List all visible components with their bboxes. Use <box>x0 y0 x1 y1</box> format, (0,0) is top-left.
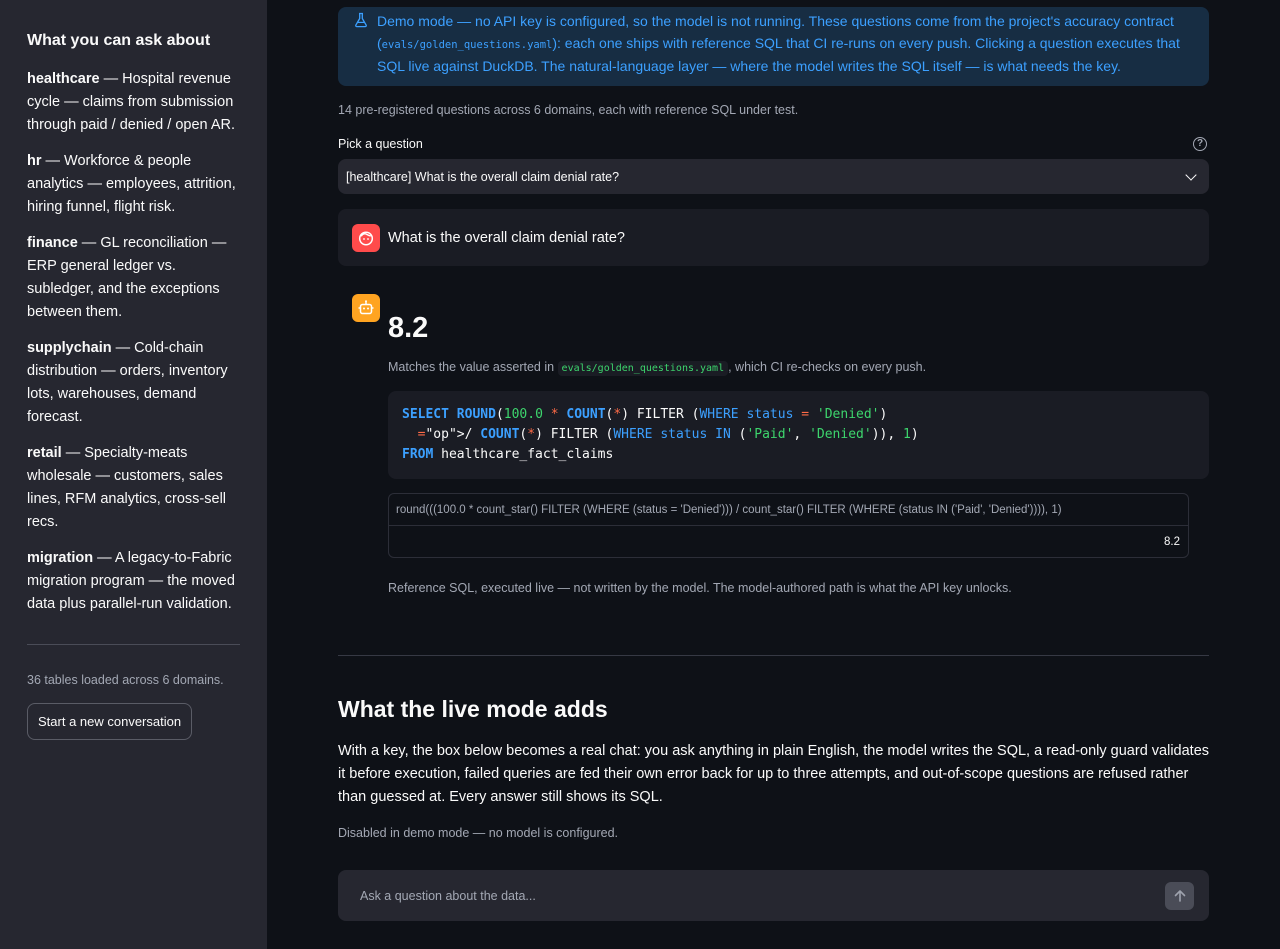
user-avatar-icon <box>352 223 380 252</box>
chat-input-bar <box>338 870 1209 921</box>
section-divider <box>338 655 1209 656</box>
domain-item-finance: finance — GL reconciliation — ERP genera… <box>27 232 240 324</box>
robot-avatar-icon <box>352 294 380 322</box>
banner-code: evals/golden_questions.yaml <box>381 38 553 51</box>
match-caption: Matches the value asserted in evals/gold… <box>388 360 1209 376</box>
disabled-caption: Disabled in demo mode — no model is conf… <box>338 826 619 840</box>
sidebar-heading: What you can ask about <box>27 32 211 49</box>
answer-value: 8.2 <box>388 312 429 344</box>
domain-item-migration: migration — A legacy-to-Fabric migration… <box>27 547 240 616</box>
domain-name: hr <box>27 153 42 169</box>
result-table-header: round(((100.0 * count_star() FILTER (WHE… <box>389 494 1188 526</box>
sql-line-1: SELECT ROUND(100.0 * COUNT(*) FILTER (WH… <box>402 407 888 422</box>
domain-name: supplychain <box>27 340 112 356</box>
sidebar: What you can ask about healthcare — Hosp… <box>0 0 267 949</box>
sql-code-block: SELECT ROUND(100.0 * COUNT(*) FILTER (WH… <box>388 391 1209 479</box>
demo-mode-banner: Demo mode — no API key is configured, so… <box>338 7 1209 86</box>
user-message: What is the overall claim denial rate? <box>338 209 1209 266</box>
flask-icon <box>355 12 367 28</box>
picker-label: Pick a question <box>338 137 423 151</box>
domain-item-retail: retail — Specialty-meats wholesale — cus… <box>27 442 240 534</box>
new-conversation-button[interactable]: Start a new conversation <box>27 703 193 740</box>
sidebar-divider <box>27 644 240 645</box>
match-prefix: Matches the value asserted in <box>388 360 558 374</box>
question-select[interactable]: [healthcare] What is the overall claim d… <box>338 159 1209 194</box>
tables-loaded-caption: 36 tables loaded across 6 domains. <box>27 673 224 687</box>
arrow-up-icon <box>1174 889 1185 902</box>
chevron-down-icon <box>1185 168 1197 181</box>
user-message-text: What is the overall claim denial rate? <box>388 229 625 246</box>
sql-line-3: FROM healthcare_fact_claims <box>402 447 614 462</box>
assistant-message: 8.2 Matches the value asserted in evals/… <box>338 294 1209 595</box>
domain-item-healthcare: healthcare — Hospital revenue cycle — cl… <box>27 68 240 137</box>
domain-item-hr: hr — Workforce & people analytics — empl… <box>27 150 240 219</box>
domain-desc: — Workforce & people analytics — employe… <box>27 153 236 215</box>
live-mode-heading: What the live mode adds <box>338 696 608 722</box>
main-content: Demo mode — no API key is configured, so… <box>338 0 1209 921</box>
question-select-value: [healthcare] What is the overall claim d… <box>346 169 620 184</box>
chat-input[interactable] <box>360 888 1060 903</box>
match-code: evals/golden_questions.yaml <box>557 361 729 376</box>
domain-item-supplychain: supplychain — Cold-chain distribution — … <box>27 337 240 429</box>
help-icon[interactable]: ? <box>1193 137 1207 151</box>
domain-name: migration <box>27 550 94 566</box>
sql-line-2: ="op">/ COUNT(*) FILTER (WHERE status IN… <box>417 427 919 442</box>
reference-caption: Reference SQL, executed live — not writt… <box>388 581 1012 595</box>
domain-name: finance <box>27 235 78 251</box>
domain-name: healthcare <box>27 71 100 87</box>
result-table-cell: 8.2 <box>1164 535 1180 548</box>
domain-name: retail <box>27 445 62 461</box>
result-table: round(((100.0 * count_star() FILTER (WHE… <box>388 493 1189 558</box>
picker-label-row: Pick a question ? <box>338 136 1209 152</box>
live-mode-paragraph: With a key, the box below becomes a real… <box>338 743 1210 805</box>
question-count-caption: 14 pre-registered questions across 6 dom… <box>338 103 799 117</box>
send-button[interactable] <box>1165 881 1194 910</box>
match-suffix: , which CI re-checks on every push. <box>728 360 927 374</box>
